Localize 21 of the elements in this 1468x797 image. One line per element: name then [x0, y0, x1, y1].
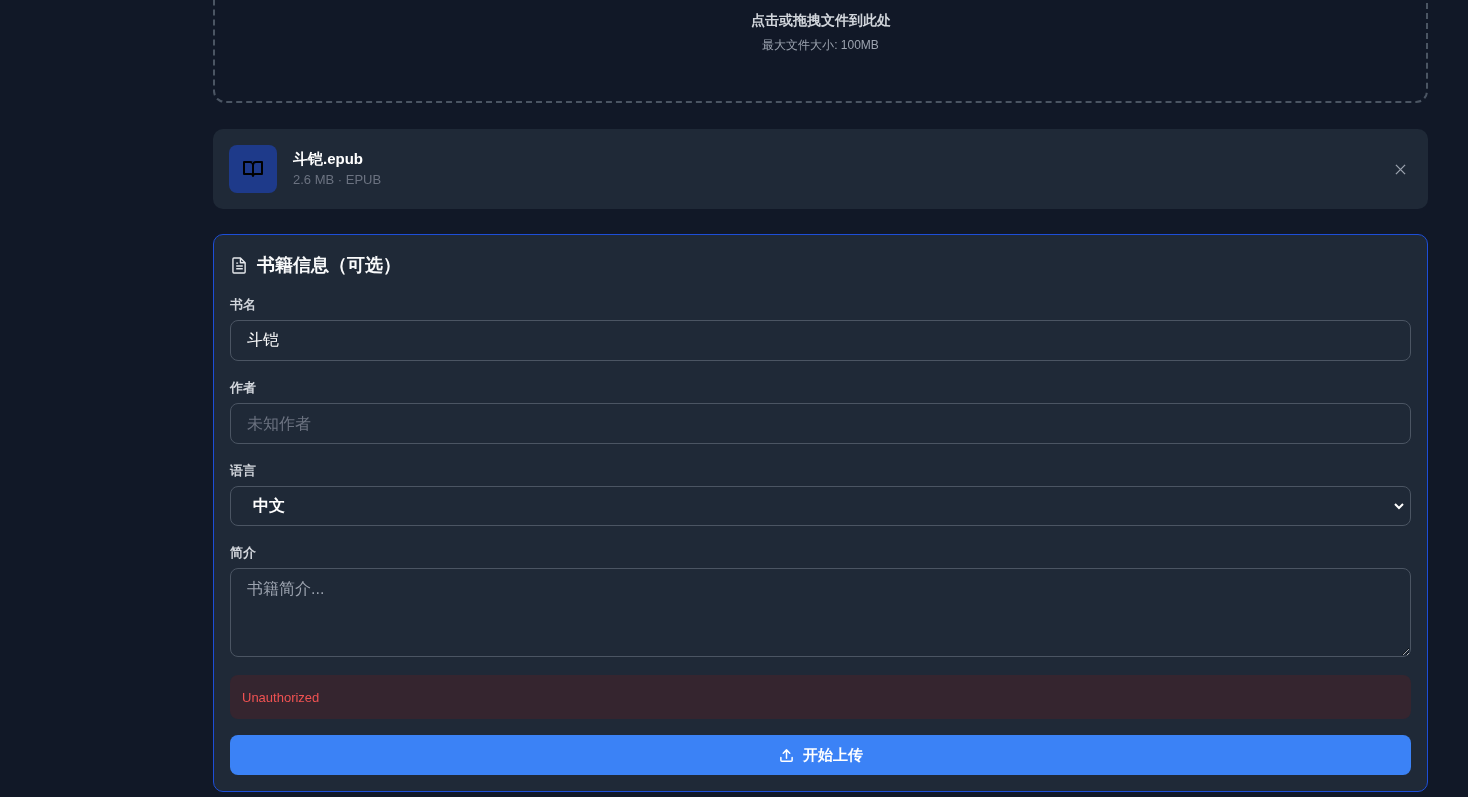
field-label: 书名 — [230, 296, 257, 313]
file-dropzone[interactable]: 点击或拖拽文件到此处 最大文件大小: 100MB — [213, 0, 1428, 103]
description-field[interactable]: 书籍简介... — [230, 568, 1411, 657]
field-label: 语言 — [230, 462, 257, 479]
document-icon — [232, 256, 247, 274]
field-label: 简介 — [230, 544, 257, 561]
dropzone-hint: 最大文件大小: 100MB — [762, 37, 879, 54]
chevron-down-icon — [1394, 502, 1404, 510]
upload-icon — [778, 747, 794, 763]
text-field[interactable]: 斗铠 — [230, 320, 1411, 361]
text-field[interactable]: 未知作者 — [230, 403, 1411, 444]
error-message: Unauthorized — [230, 675, 1411, 719]
upload-button[interactable]: 开始上传 — [230, 735, 1411, 775]
language-select[interactable]: 中文 — [230, 486, 1411, 526]
file-meta: 2.6 MB · EPUB — [293, 171, 383, 189]
book-icon — [229, 145, 277, 193]
file-name: 斗铠.epub — [293, 149, 364, 169]
field-label: 作者 — [230, 379, 257, 396]
section-title: 书籍信息（可选） — [257, 254, 401, 277]
dropzone-title: 点击或拖拽文件到此处 — [750, 11, 891, 30]
close-icon — [1395, 163, 1406, 175]
